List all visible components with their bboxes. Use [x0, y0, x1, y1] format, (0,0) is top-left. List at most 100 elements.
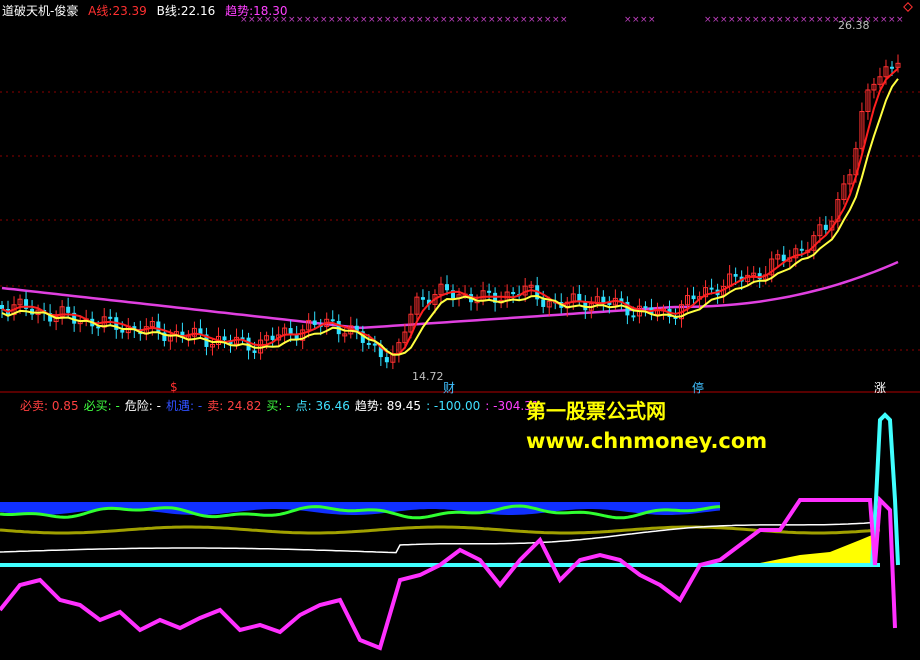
signal-mark: ×: [392, 15, 400, 25]
candle-body: [0, 305, 4, 309]
candle-body: [366, 342, 371, 345]
indicator-label: 点:: [295, 399, 312, 413]
watermark-url: www.chnmoney.com: [526, 429, 768, 453]
b-line-value: 22.16: [180, 4, 216, 18]
candle-body: [330, 319, 335, 322]
marks: × × × × × × × × × × × × × × × × × × × × × × × × × × × × × × × × × × × × × × × ×…: [240, 2, 913, 25]
signal-mark: ×: [704, 15, 712, 25]
signal-mark: ×: [552, 15, 560, 25]
indicator-label: 趋势:: [354, 399, 383, 413]
candle-body: [541, 299, 546, 307]
trend-line: [1, 260, 899, 330]
signal-mark: ×: [376, 15, 384, 25]
signal-zhang: 涨: [874, 381, 887, 395]
indicator-value: -: [152, 399, 161, 413]
signal-mark: ×: [504, 15, 512, 25]
magenta-line: [0, 495, 897, 651]
indicator-label: 必买:: [83, 399, 112, 413]
indicator-label: 买:: [266, 399, 283, 413]
signal-mark: ×: [336, 15, 344, 25]
signal-mark: ×: [480, 15, 488, 25]
signal-ting: 停: [692, 381, 705, 395]
signal-mark: ×: [432, 15, 440, 25]
chart-stage: × × × × × × × × × × × × × × × × × × × × × × × × × × × × × × × × × × × × × × × ×…: [0, 0, 920, 660]
signal-mark: ×: [624, 15, 632, 25]
signal-mark: ×: [352, 15, 360, 25]
candle-body: [511, 292, 516, 295]
signal-mark: ×: [304, 15, 312, 25]
indicator-value: 89.45: [382, 399, 422, 413]
signal-mark: ×: [816, 15, 824, 25]
signal-mark: ×: [736, 15, 744, 25]
a-line: [1, 67, 899, 356]
b-line: [1, 78, 899, 356]
chart-title: 道破天机-俊豪: [2, 4, 79, 18]
signal-mark: ×: [312, 15, 320, 25]
high-price-label: 26.38: [838, 19, 870, 32]
signal-mark: ×: [536, 15, 544, 25]
low-price-label: 14.72: [412, 370, 444, 383]
indicator-value: 24.82: [223, 399, 262, 413]
indicator-value: 36.46: [311, 399, 350, 413]
signal-mark: ×: [328, 15, 336, 25]
signal-mark: ×: [720, 15, 728, 25]
signal-mark: ×: [768, 15, 776, 25]
signal-mark: ×: [648, 15, 656, 25]
grid-layer: [0, 91, 920, 393]
olive-line: [0, 525, 881, 535]
signal-mark: ×: [888, 15, 896, 25]
signal-mark: ×: [712, 15, 720, 25]
signal-mark: ×: [512, 15, 520, 25]
candle-body: [631, 315, 636, 318]
signal-mark: ×: [752, 15, 760, 25]
signal-mark: ×: [424, 15, 432, 25]
bottom-header: 必卖: 0.85 必买: - 危险: - 机遇: - 卖: 24.82 买: - 点: 36…: [20, 397, 539, 414]
indicator-value: -: [194, 399, 203, 413]
candle-body: [823, 224, 828, 230]
candle-body: [691, 295, 696, 300]
indicator-value: -: [111, 399, 120, 413]
candle-body: [444, 284, 449, 291]
signal-mark: ×: [520, 15, 528, 25]
signal-mark: ×: [456, 15, 464, 25]
candle-body: [66, 306, 71, 313]
candle-body: [270, 335, 275, 340]
indicator-label: 危险:: [124, 399, 153, 413]
signal-mark: ×: [288, 15, 296, 25]
signal-cai: 财: [443, 381, 456, 395]
trend-line: [1, 260, 899, 330]
candle-body: [601, 296, 606, 303]
candle-body: [108, 316, 113, 319]
signal-mark: ×: [400, 15, 408, 25]
signal-mark: ×: [368, 15, 376, 25]
signal-mark: ×: [296, 15, 304, 25]
trend-label: 趋势:: [225, 4, 254, 18]
watermark-title: 第一股票公式网: [526, 399, 666, 423]
signal-mark: ×: [320, 15, 328, 25]
signal-mark: ×: [896, 15, 904, 25]
signal-mark: ×: [760, 15, 768, 25]
candle-body: [312, 320, 317, 325]
candle-body: [384, 357, 389, 363]
candle-body: [487, 290, 492, 293]
yellow-area: [760, 535, 872, 563]
chart-canvas: × × × × × × × × × × × × × × × × × × × × × × × × × × × × × × × × × × × × × × × ×…: [0, 2, 920, 651]
top-header: 道破天机-俊豪 A线:23.39 B线:22.16 趋势:18.30: [2, 2, 288, 19]
signal-mark: ×: [344, 15, 352, 25]
candle-body: [733, 274, 738, 277]
signal-mark: ×: [360, 15, 368, 25]
indicator-label: 必卖:: [20, 399, 49, 413]
candle-body: [709, 287, 714, 290]
signal-mark: ×: [528, 15, 536, 25]
candle-body: [577, 293, 582, 302]
candle-body: [420, 297, 425, 300]
signal-dollar: $: [170, 380, 178, 394]
candle-body: [120, 329, 125, 333]
diamond-marker: [903, 2, 913, 12]
signal-mark: ×: [384, 15, 392, 25]
signal-mark: ×: [800, 15, 808, 25]
a-line-label: A线:: [88, 4, 113, 18]
indicator-value: 0.85: [48, 399, 79, 413]
signal-mark: ×: [640, 15, 648, 25]
signal-mark: ×: [808, 15, 816, 25]
